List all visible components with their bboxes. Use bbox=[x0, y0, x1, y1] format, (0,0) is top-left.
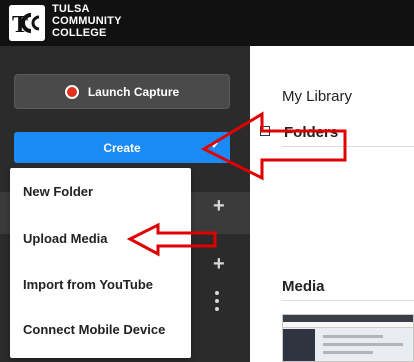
tcc-logo-icon[interactable]: T bbox=[9, 5, 45, 41]
launch-capture-button[interactable]: Launch Capture bbox=[14, 74, 230, 109]
create-button[interactable]: Create bbox=[14, 132, 230, 163]
section-divider bbox=[282, 300, 414, 301]
menu-item-import-youtube[interactable]: Import from YouTube bbox=[23, 277, 153, 292]
add-icon[interactable]: + bbox=[213, 254, 225, 274]
create-dropdown-menu: New Folder Upload Media Import from YouT… bbox=[10, 168, 191, 358]
media-thumbnail[interactable] bbox=[282, 314, 414, 362]
add-icon[interactable]: + bbox=[213, 196, 225, 216]
section-divider bbox=[282, 146, 414, 147]
more-options-icon[interactable] bbox=[214, 291, 220, 311]
menu-item-connect-mobile[interactable]: Connect Mobile Device bbox=[23, 322, 165, 337]
menu-item-new-folder[interactable]: New Folder bbox=[23, 184, 93, 199]
main-content: My Library − Folders Media bbox=[250, 46, 414, 362]
folders-heading: Folders bbox=[284, 124, 339, 141]
chevron-down-icon bbox=[210, 143, 218, 148]
record-icon bbox=[64, 84, 79, 99]
page-title: My Library bbox=[282, 88, 353, 105]
college-name: TULSA COMMUNITY COLLEGE bbox=[52, 3, 122, 39]
create-label: Create bbox=[103, 140, 141, 155]
collapse-icon[interactable]: − bbox=[260, 126, 270, 136]
menu-item-upload-media[interactable]: Upload Media bbox=[23, 231, 108, 246]
top-bar: T TULSA COMMUNITY COLLEGE bbox=[0, 0, 414, 46]
media-heading: Media bbox=[282, 278, 325, 295]
launch-capture-label: Launch Capture bbox=[87, 84, 180, 99]
